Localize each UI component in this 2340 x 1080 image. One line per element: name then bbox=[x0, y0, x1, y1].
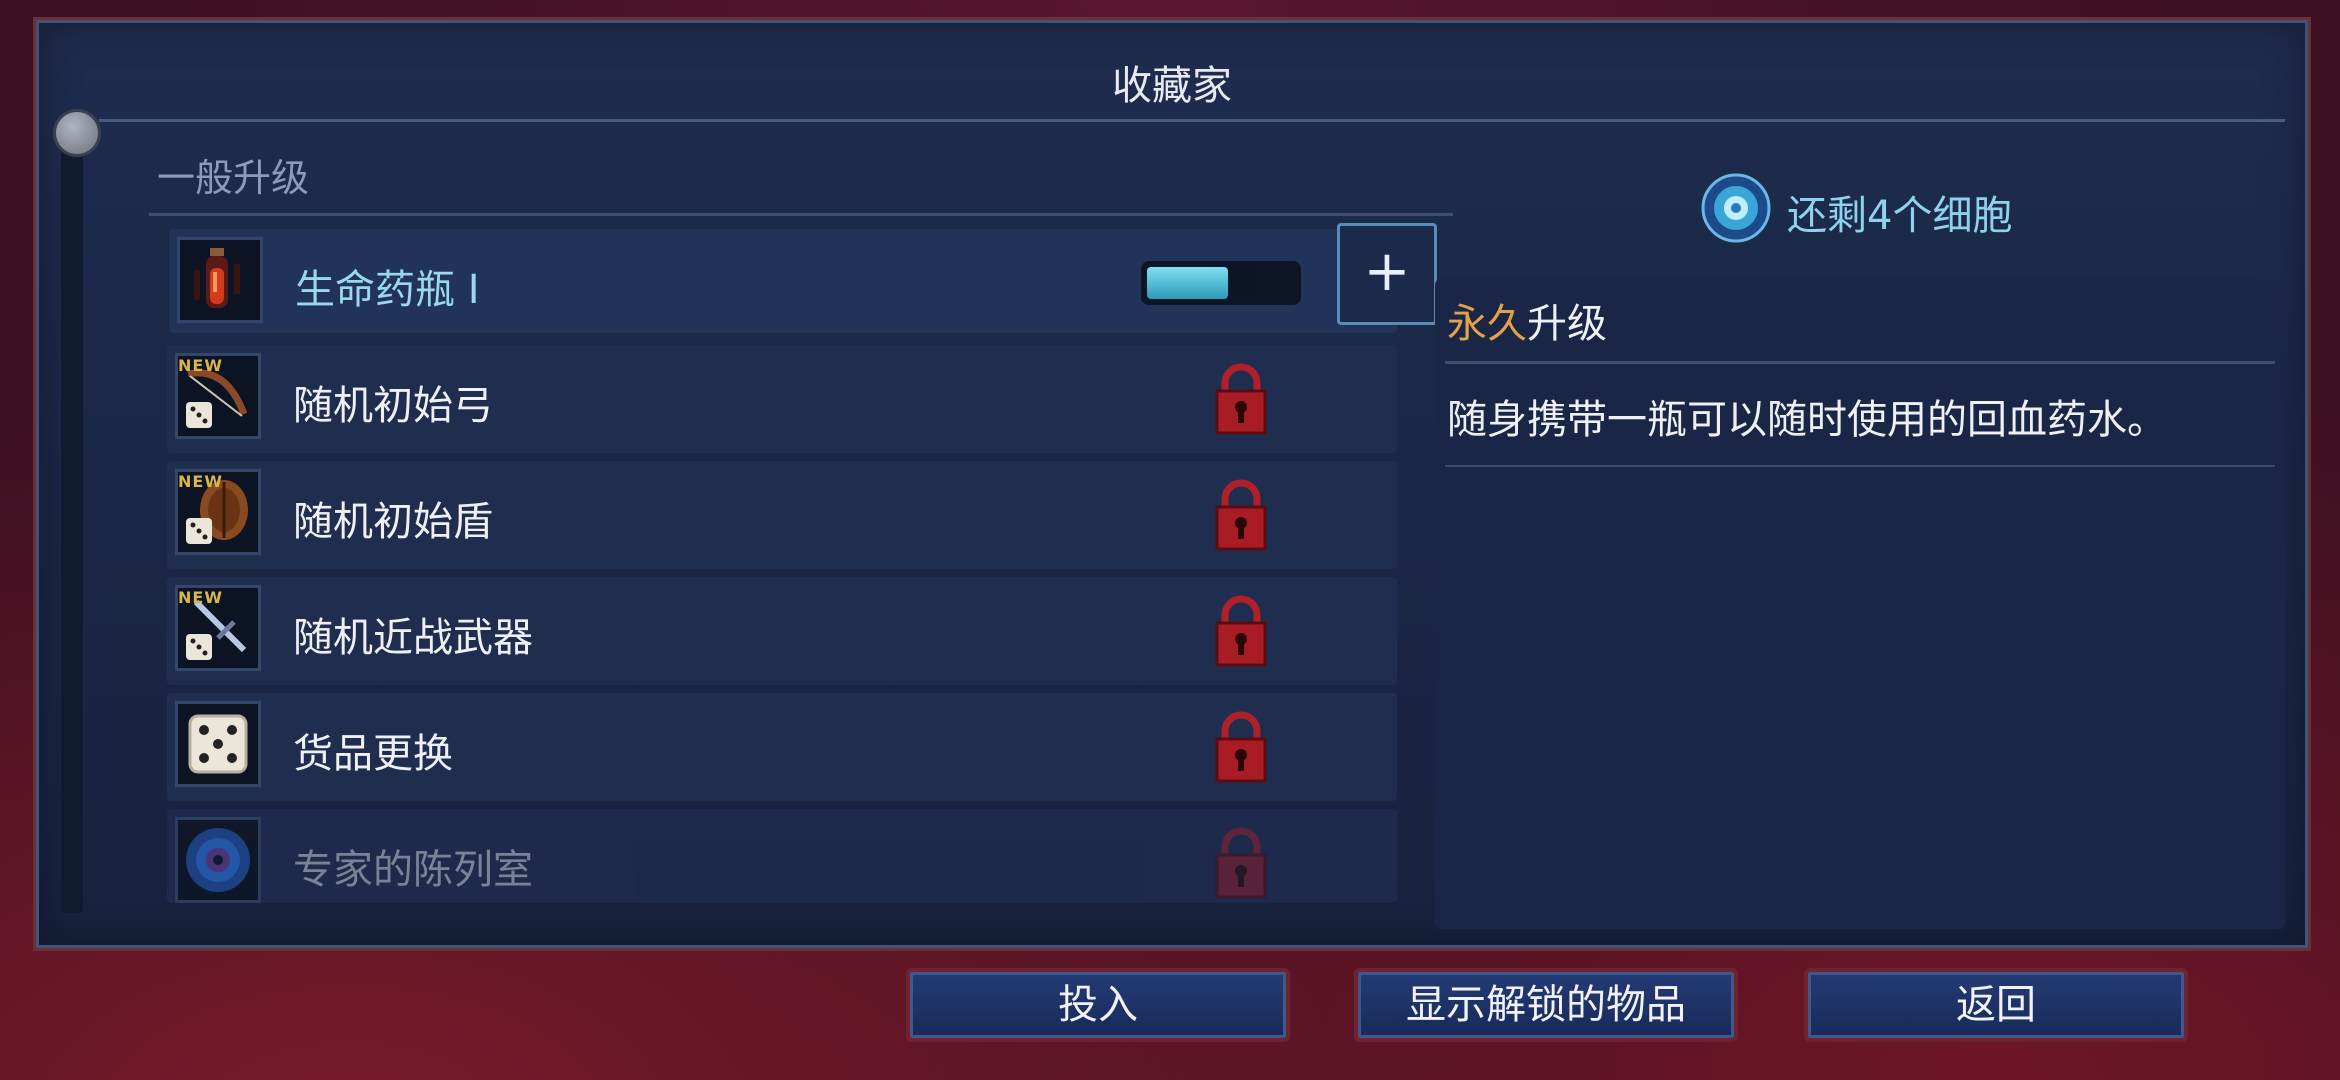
dice-icon bbox=[175, 701, 261, 787]
lock-icon bbox=[1215, 595, 1267, 667]
health-flask-icon bbox=[177, 237, 263, 323]
upgrade-type-rest: 升级 bbox=[1527, 301, 1607, 347]
upgrade-row-expert-showroom[interactable]: 专家的陈列室 bbox=[167, 809, 1397, 903]
shield-dice-icon: NEW bbox=[175, 469, 261, 555]
upgrade-label: 专家的陈列室 bbox=[293, 847, 533, 893]
upgrade-info-panel: 永久升级 随身携带一瓶可以随时使用的回血药水。 bbox=[1435, 279, 2285, 929]
cell-icon bbox=[1701, 173, 1771, 243]
lock-icon bbox=[1215, 479, 1267, 551]
upgrade-level-value: 2 bbox=[1234, 263, 1258, 301]
lock-icon bbox=[1215, 711, 1267, 783]
upgrade-label: 货品更换 bbox=[293, 731, 453, 777]
upgrade-description: 随身携带一瓶可以随时使用的回血药水。 bbox=[1447, 397, 2167, 443]
upgrade-label: 生命药瓶 Ⅰ bbox=[295, 267, 480, 313]
upgrade-row-health-flask[interactable]: 生命药瓶 Ⅰ 2 + bbox=[169, 223, 1437, 333]
upgrade-type: 永久升级 bbox=[1447, 291, 1607, 349]
lock-icon bbox=[1215, 827, 1267, 899]
upgrade-row-random-melee[interactable]: NEW 随机近战武器 bbox=[167, 577, 1397, 685]
upgrade-label: 随机初始弓 bbox=[293, 383, 493, 429]
lock-icon bbox=[1215, 363, 1267, 435]
add-upgrade-button[interactable]: + bbox=[1337, 223, 1437, 325]
window-title: 收藏家 bbox=[1112, 63, 1232, 109]
upgrade-row-random-bow[interactable]: NEW 随机初始弓 bbox=[167, 345, 1397, 453]
invest-button[interactable]: 投入 bbox=[906, 968, 1290, 1042]
title-divider bbox=[99, 119, 2285, 122]
scrollbar-knob[interactable] bbox=[53, 109, 101, 157]
new-badge: NEW bbox=[178, 588, 223, 607]
blue-orb-icon bbox=[175, 817, 261, 903]
upgrade-label: 随机近战武器 bbox=[293, 615, 533, 661]
scrollbar-track[interactable] bbox=[61, 133, 83, 913]
upgrade-type-highlight: 永久 bbox=[1447, 301, 1527, 347]
section-divider bbox=[149, 213, 1453, 216]
upgrade-row-random-shield[interactable]: NEW 随机初始盾 bbox=[167, 461, 1397, 569]
bow-dice-icon: NEW bbox=[175, 353, 261, 439]
upgrade-level-bar: 2 bbox=[1141, 261, 1301, 305]
cells-remaining: 还剩4个细胞 bbox=[1787, 193, 2013, 239]
section-label: 一般升级 bbox=[157, 156, 310, 200]
new-badge: NEW bbox=[178, 472, 223, 491]
info-divider bbox=[1445, 361, 2275, 364]
collector-panel: 收藏家 一般升级 生命药瓶 Ⅰ 2 + NEW 随机初始弓 NEW 随机初始盾 … bbox=[36, 20, 2308, 948]
upgrade-row-merch-reroll[interactable]: 货品更换 bbox=[167, 693, 1397, 801]
upgrade-label: 随机初始盾 bbox=[293, 499, 493, 545]
melee-dice-icon: NEW bbox=[175, 585, 261, 671]
show-unlocked-button[interactable]: 显示解锁的物品 bbox=[1354, 968, 1738, 1042]
info-divider bbox=[1445, 465, 2275, 467]
new-badge: NEW bbox=[178, 356, 223, 375]
back-button[interactable]: 返回 bbox=[1804, 968, 2188, 1042]
